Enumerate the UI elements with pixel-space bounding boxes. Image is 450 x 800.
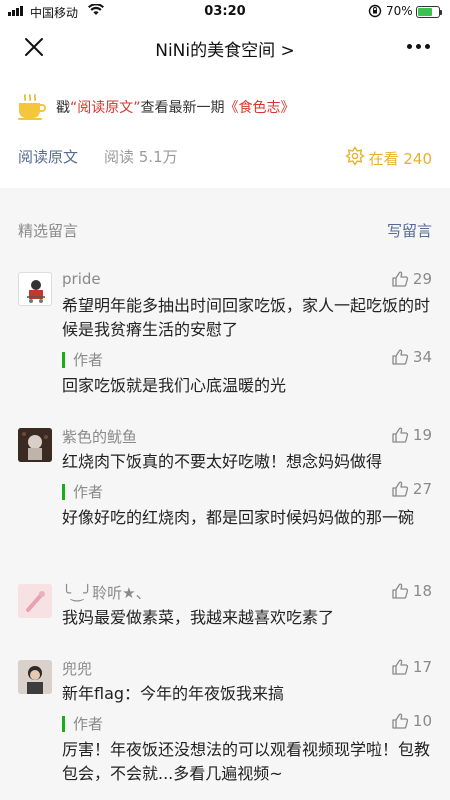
thumbs-up-icon bbox=[392, 713, 409, 729]
comments-header: 精选留言 写留言 bbox=[18, 220, 432, 241]
promo-line[interactable]: 戳 “阅读原文” 查看最新一期 《食色志》 bbox=[16, 92, 436, 122]
reply-like-count: 34 bbox=[412, 348, 432, 366]
comment-text: 红烧肉下饭真的不要太好吃嗷！想念妈妈做得 bbox=[62, 452, 383, 471]
read-original-link[interactable]: 阅读原文 bbox=[18, 146, 78, 167]
comment-like-button[interactable]: 17 bbox=[391, 658, 432, 676]
author-reply-label: 作者 bbox=[62, 484, 103, 500]
comment-like-button[interactable]: 29 bbox=[391, 270, 432, 288]
coffee-cup-icon bbox=[16, 92, 46, 122]
thumbs-up-icon bbox=[392, 583, 409, 599]
comment-nickname: ╰‿╯聆听★、 bbox=[62, 584, 151, 602]
avatar[interactable] bbox=[18, 272, 52, 306]
article-stats-row: 阅读原文 阅读 5.1万 在看 240 bbox=[18, 144, 432, 168]
battery-icon bbox=[416, 6, 442, 18]
comment-nickname: 兜兜 bbox=[62, 660, 93, 678]
status-time: 03:20 bbox=[204, 4, 246, 19]
thumbs-up-icon bbox=[392, 349, 409, 365]
flower-icon bbox=[344, 146, 365, 170]
comments-section: 精选留言 写留言 pride 29 希望明年能多抽出时间回家吃饭，家人一起吃饭的… bbox=[0, 188, 450, 800]
watching-button[interactable]: 在看 240 bbox=[344, 146, 432, 170]
comment-nickname: 紫色的鱿鱼 bbox=[62, 428, 138, 446]
write-comment-button[interactable]: 写留言 bbox=[387, 220, 432, 241]
reply-like-button[interactable]: 34 bbox=[391, 348, 432, 366]
rotation-lock-icon bbox=[368, 4, 382, 22]
comment-like-button[interactable]: 18 bbox=[391, 582, 432, 600]
comment-text: 我妈最爱做素菜，我越来越喜欢吃素了 bbox=[62, 608, 335, 627]
thumbs-up-icon bbox=[392, 427, 409, 443]
promo-prefix: 戳 bbox=[56, 100, 70, 116]
reply-like-count: 10 bbox=[412, 712, 432, 730]
author-reply-label: 作者 bbox=[62, 352, 103, 368]
comment-like-count: 17 bbox=[412, 658, 432, 676]
watching-count: 在看 240 bbox=[368, 149, 432, 168]
avatar[interactable] bbox=[18, 660, 52, 694]
promo-link[interactable]: “阅读原文” bbox=[70, 97, 141, 117]
promo-magazine: 《食色志》 bbox=[224, 100, 295, 116]
comment-text: 希望明年能多抽出时间回家吃饭，家人一起吃饭的时候是我贫瘠生活的安慰了 bbox=[62, 296, 431, 339]
comment-like-count: 29 bbox=[412, 270, 432, 288]
status-bar: 中国移动 03:20 70% bbox=[0, 0, 450, 24]
thumbs-up-icon bbox=[392, 271, 409, 287]
comment-nickname: pride bbox=[62, 270, 101, 288]
thumbs-up-icon bbox=[392, 659, 409, 675]
comment-like-button[interactable]: 19 bbox=[391, 426, 432, 444]
reply-like-button[interactable]: 10 bbox=[391, 712, 432, 730]
comment-text: 新年flag：今年的年夜饭我来搞 bbox=[62, 684, 285, 703]
account-title[interactable]: NiNi的美食空间 > bbox=[0, 36, 450, 61]
comment-like-count: 18 bbox=[412, 582, 432, 600]
author-reply-text: 回家吃饭就是我们心底温暖的光 bbox=[62, 376, 287, 395]
featured-comments-label: 精选留言 bbox=[18, 222, 79, 240]
comment-like-count: 19 bbox=[412, 426, 432, 444]
thumbs-up-icon bbox=[392, 481, 409, 497]
more-options-icon[interactable] bbox=[407, 44, 430, 49]
reply-like-button[interactable]: 27 bbox=[391, 480, 432, 498]
battery-percent: 70% bbox=[386, 4, 413, 18]
reply-like-count: 27 bbox=[412, 480, 432, 498]
author-reply-label: 作者 bbox=[62, 716, 103, 732]
avatar[interactable] bbox=[18, 428, 52, 462]
avatar[interactable] bbox=[18, 584, 52, 618]
promo-middle: 查看最新一期 bbox=[140, 100, 225, 116]
read-count: 阅读 5.1万 bbox=[104, 148, 178, 166]
nav-bar: NiNi的美食空间 > bbox=[0, 24, 450, 70]
author-reply-text: 厉害！年夜饭还没想法的可以观看视频现学啦！包教包会，不会就...多看几遍视频~ bbox=[62, 740, 431, 783]
author-reply-text: 好像好吃的红烧肉，都是回家时候妈妈做的那一碗 bbox=[62, 508, 415, 527]
